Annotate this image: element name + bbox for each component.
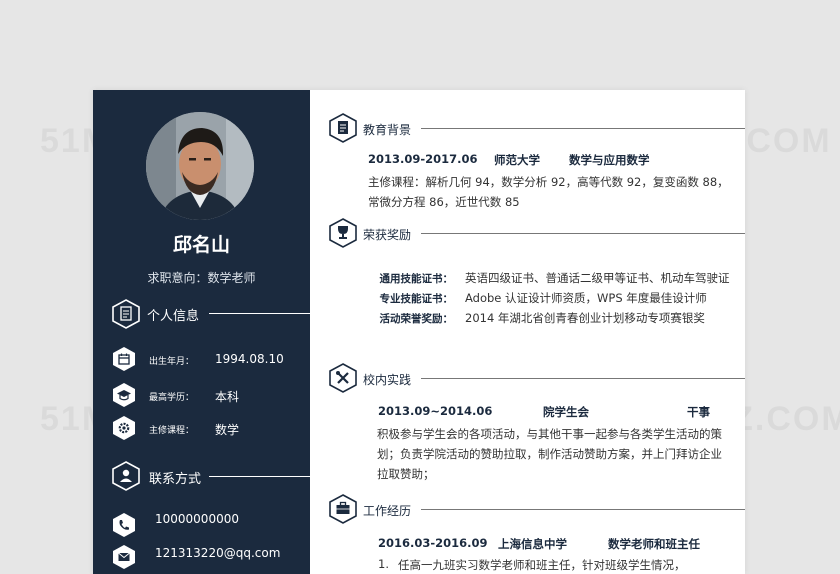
major-label: 主修课程：: [149, 426, 195, 436]
phone-icon: [112, 513, 136, 537]
tools-icon: [328, 363, 358, 393]
campus-line: 积极参与学生会的各项活动，与其他干事一起参与各类学生活动的策: [377, 427, 722, 441]
divider: [421, 233, 745, 234]
award-label: 通用技能证书：: [379, 273, 454, 285]
contact-title: 联系方式: [149, 472, 202, 487]
campus-line: 划；负责学院活动的赞助拉取，制作活动赞助方案，并上门拜访企业: [377, 447, 722, 461]
trophy-icon: [328, 218, 358, 248]
education-period: 2013.09-2017.06: [368, 152, 478, 166]
candidate-name: 邱名山: [172, 234, 230, 256]
graduation-cap-icon: [112, 383, 136, 407]
avatar: [146, 112, 254, 220]
divider: [209, 476, 310, 477]
resume-sidebar: 邱名山 求职意向：数学老师 个人信息 出生年月： 1994.08.10 最高学历…: [93, 90, 310, 574]
campus-line: 拉取赞助；: [377, 467, 435, 481]
phone-value: 10000000000: [155, 512, 239, 526]
resume-page: 邱名山 求职意向：数学老师 个人信息 出生年月： 1994.08.10 最高学历…: [93, 90, 745, 574]
divider: [421, 509, 745, 510]
divider: [421, 128, 745, 129]
education-level-label: 最高学历：: [149, 393, 195, 403]
work-period: 2016.03-2016.09: [378, 536, 488, 550]
campus-org: 院学生会: [543, 405, 589, 419]
education-line: 常微分方程 86，近世代数 85: [368, 195, 520, 209]
campus-period: 2013.09~2014.06: [378, 404, 493, 418]
job-intent: 求职意向：数学老师: [147, 271, 256, 285]
award-value: Adobe 认证设计师资质，WPS 年度最佳设计师: [465, 291, 707, 305]
briefcase-icon: [328, 494, 358, 524]
work-item-text: 任高一九班实习数学老师和班主任，针对班级学生情况，: [398, 558, 686, 572]
divider: [209, 313, 310, 314]
education-level-value: 本科: [215, 390, 240, 404]
education-title: 教育背景: [363, 123, 412, 137]
email-value: 121313220@qq.com: [155, 546, 281, 560]
award-label: 专业技能证书：: [379, 293, 454, 305]
education-school: 师范大学: [494, 153, 540, 167]
book-icon: [328, 113, 358, 143]
divider: [421, 378, 745, 379]
award-label: 活动荣誉奖励：: [379, 313, 454, 325]
work-item-number: 1.: [378, 557, 389, 571]
campus-role: 干事: [687, 405, 710, 419]
birth-date-value: 1994.08.10: [215, 352, 284, 366]
envelope-icon: [112, 545, 136, 569]
education-major: 数学与应用数学: [569, 153, 650, 167]
contact-icon: [111, 461, 141, 491]
work-company: 上海信息中学: [498, 537, 567, 551]
personal-info-title: 个人信息: [147, 309, 200, 324]
document-icon: [111, 299, 141, 329]
gear-icon: [112, 416, 136, 440]
work-position: 数学老师和班主任: [608, 537, 700, 551]
award-value: 2014 年湖北省创青春创业计划移动专项赛银奖: [465, 311, 705, 325]
awards-title: 荣获奖励: [363, 228, 412, 242]
work-title: 工作经历: [363, 504, 412, 518]
campus-title: 校内实践: [363, 373, 412, 387]
calendar-icon: [112, 347, 136, 371]
education-line: 主修课程：解析几何 94，数学分析 92，高等代数 92，复变函数 88，: [368, 175, 729, 189]
birth-date-label: 出生年月：: [149, 357, 195, 367]
award-value: 英语四级证书、普通话二级甲等证书、机动车驾驶证: [465, 271, 730, 285]
major-value: 数学: [215, 423, 240, 437]
